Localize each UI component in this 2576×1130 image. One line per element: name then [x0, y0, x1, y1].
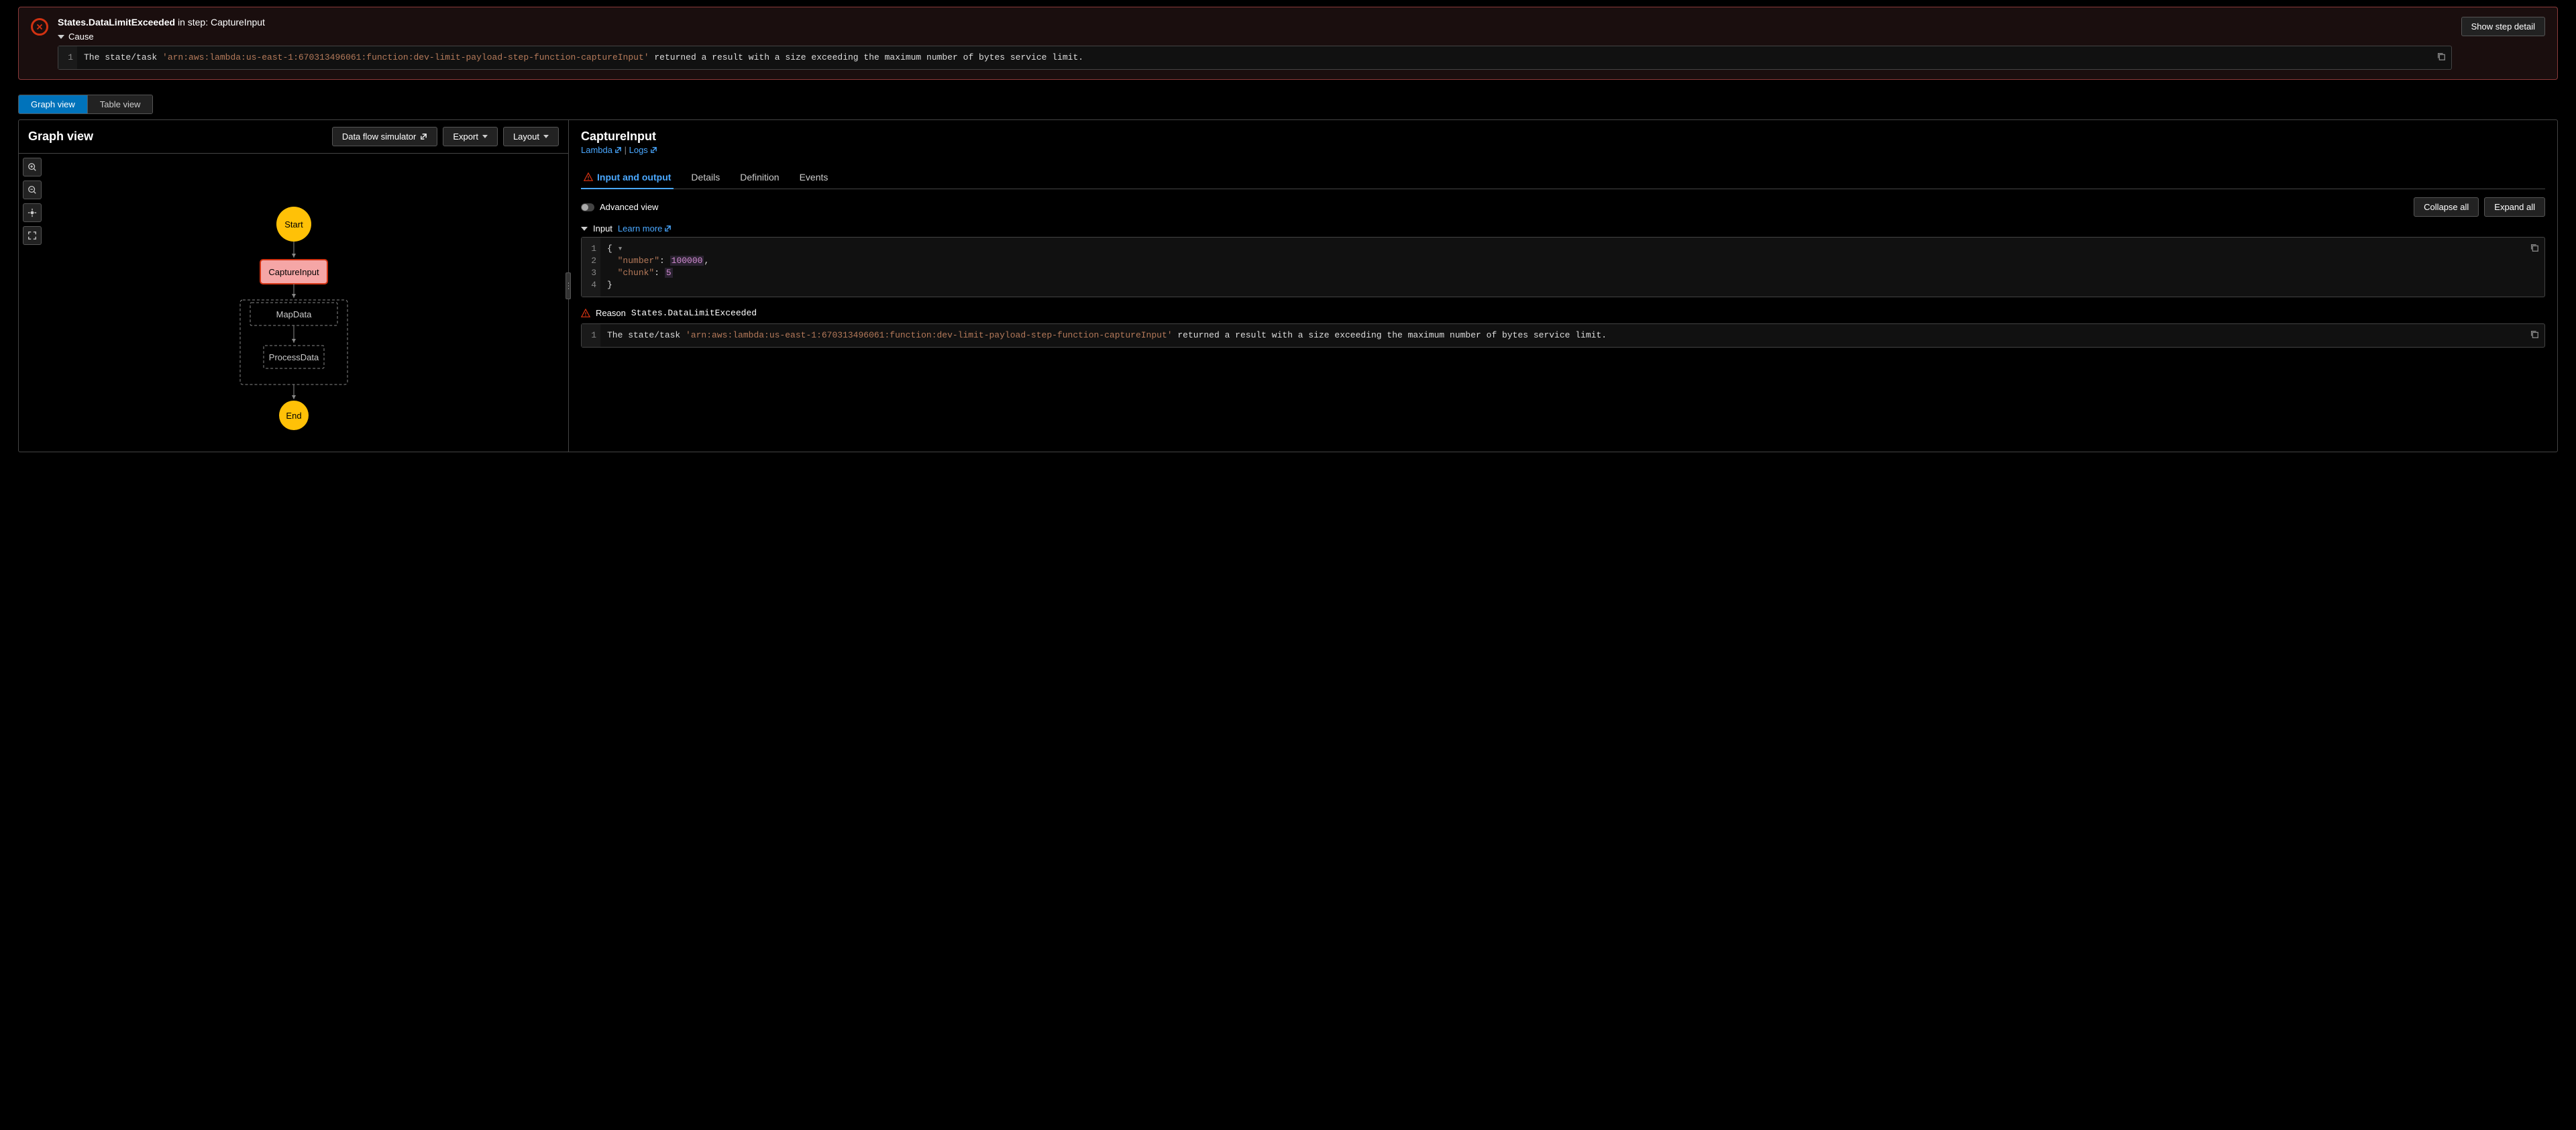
state-machine-graph: Start CaptureInput MapData ProcessData E…	[193, 194, 394, 449]
cause-code: 1 The state/task 'arn:aws:lambda:us-east…	[58, 46, 2452, 70]
external-link-icon	[420, 133, 427, 140]
chevron-down-icon	[581, 227, 588, 231]
reason-code-box: 1 The state/task 'arn:aws:lambda:us-east…	[581, 323, 2545, 348]
collapse-all-button[interactable]: Collapse all	[2414, 197, 2479, 217]
selected-node-title: CaptureInput	[581, 130, 2545, 144]
svg-text:End: End	[286, 411, 301, 421]
show-step-detail-button[interactable]: Show step detail	[2461, 17, 2545, 36]
tab-details[interactable]: Details	[688, 166, 722, 189]
details-pane: CaptureInput Lambda | Logs Input and out…	[569, 120, 2557, 452]
learn-more-link[interactable]: Learn more	[618, 223, 672, 234]
view-switch: Graph view Table view	[18, 95, 153, 114]
fit-button[interactable]	[23, 226, 42, 245]
copy-icon[interactable]	[2528, 328, 2540, 342]
tab-definition[interactable]: Definition	[737, 166, 782, 189]
tab-events[interactable]: Events	[797, 166, 831, 189]
advanced-view-toggle[interactable]	[581, 203, 594, 211]
svg-text:CaptureInput: CaptureInput	[268, 267, 319, 277]
advanced-view-label: Advanced view	[600, 202, 658, 212]
external-link-icon	[614, 146, 622, 154]
export-button[interactable]: Export	[443, 127, 498, 146]
input-json-box: 1 2 3 4 { ▾ "number": 100000, "chunk": 5…	[581, 237, 2545, 297]
copy-icon[interactable]	[2435, 50, 2447, 64]
reason-label: Reason	[596, 308, 626, 318]
chevron-down-icon	[543, 135, 549, 138]
lambda-link[interactable]: Lambda	[581, 145, 622, 155]
layout-button[interactable]: Layout	[503, 127, 559, 146]
graph-pane: Graph view Data flow simulator Export La…	[19, 120, 569, 452]
data-flow-simulator-button[interactable]: Data flow simulator	[332, 127, 438, 146]
line-number: 1	[68, 52, 73, 62]
reason-value: States.DataLimitExceeded	[631, 308, 757, 318]
table-view-tab[interactable]: Table view	[87, 95, 153, 113]
zoom-out-button[interactable]	[23, 181, 42, 199]
warning-icon	[584, 172, 593, 182]
zoom-in-button[interactable]	[23, 158, 42, 176]
svg-text:MapData: MapData	[276, 309, 312, 319]
graph-view-tab[interactable]: Graph view	[19, 95, 87, 113]
logs-link[interactable]: Logs	[629, 145, 657, 155]
chevron-down-icon	[58, 35, 64, 39]
external-link-icon	[650, 146, 657, 154]
error-icon	[31, 18, 48, 36]
svg-text:ProcessData: ProcessData	[268, 352, 319, 362]
copy-icon[interactable]	[2528, 242, 2540, 256]
chevron-down-icon	[482, 135, 488, 138]
cause-toggle[interactable]: Cause	[58, 32, 2452, 42]
svg-text:Start: Start	[284, 219, 303, 229]
error-title: States.DataLimitExceeded in step: Captur…	[58, 17, 2452, 28]
input-section-header[interactable]: Input Learn more	[581, 223, 2545, 234]
expand-all-button[interactable]: Expand all	[2484, 197, 2545, 217]
error-banner: States.DataLimitExceeded in step: Captur…	[18, 7, 2558, 80]
center-button[interactable]	[23, 203, 42, 222]
split-handle[interactable]	[566, 272, 571, 299]
external-link-icon	[664, 225, 672, 232]
tab-input-output[interactable]: Input and output	[581, 166, 674, 189]
warning-icon	[581, 309, 590, 318]
pane-title: Graph view	[28, 130, 93, 144]
